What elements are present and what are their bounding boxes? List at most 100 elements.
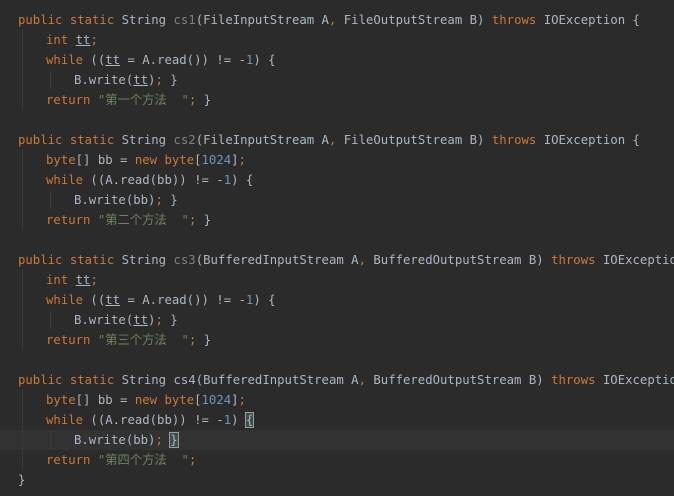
code-token: "第四个方法 " (97, 453, 189, 467)
code-token: new (134, 393, 165, 407)
code-line[interactable]: public static String cs4(BufferedInputSt… (0, 370, 674, 390)
code-line-current[interactable]: B.write(bb); } (0, 430, 674, 450)
code-token: = A.read()) != - (120, 53, 246, 67)
code-token: ; (238, 393, 246, 407)
code-line[interactable]: int tt; (0, 270, 674, 290)
code-token: tt (105, 293, 121, 307)
code-token: throws (491, 13, 544, 27)
code-token: B.write( (74, 313, 134, 327)
indent-guide (22, 70, 23, 90)
indent-guide (50, 70, 51, 90)
code-token: cs3 (173, 253, 196, 267)
code-token: = A.read()) != - (120, 293, 246, 307)
code-token: } (203, 213, 212, 227)
code-token: FileOutputStream B) (343, 133, 492, 147)
code-token: } (203, 93, 212, 107)
code-token: throws (491, 133, 544, 147)
code-line[interactable]: while ((A.read(bb)) != -1) { (0, 170, 674, 190)
code-token: [ (194, 393, 202, 407)
code-token: "第三个方法 " (97, 333, 189, 347)
code-token: public static (18, 253, 122, 267)
code-editor[interactable]: public static String cs1(FileInputStream… (0, 0, 674, 496)
code-line[interactable]: B.write(bb); } (0, 190, 674, 210)
code-token: public static (18, 133, 122, 147)
code-line[interactable]: while ((tt = A.read()) != -1) { (0, 290, 674, 310)
code-line[interactable]: } (0, 470, 674, 490)
code-token: tt (133, 313, 149, 327)
code-line[interactable]: int tt; (0, 30, 674, 50)
code-token: BufferedOutputStream B) (373, 253, 552, 267)
indent-guide (22, 90, 23, 110)
code-token: String (121, 133, 174, 147)
matched-brace: } (169, 432, 179, 448)
code-token: while (46, 173, 91, 187)
code-line[interactable]: return "第四个方法 "; (0, 450, 674, 470)
code-line[interactable]: B.write(tt); } (0, 310, 674, 330)
code-line[interactable]: public static String cs1(FileInputStream… (0, 10, 674, 30)
code-line[interactable]: byte[] bb = new byte[1024]; (0, 390, 674, 410)
indent-guide (22, 150, 23, 170)
code-token: IOException { (602, 253, 674, 267)
code-token: cs1 (173, 13, 196, 27)
code-token: } (203, 333, 212, 347)
indent-guide (22, 190, 23, 210)
code-line[interactable]: public static String cs2(FileInputStream… (0, 130, 674, 150)
code-token: ] (231, 393, 239, 407)
code-token: ) { (253, 53, 276, 67)
indent-guide (22, 270, 23, 290)
code-token: return (46, 453, 98, 467)
code-token: public static (18, 373, 122, 387)
code-token: ] (231, 153, 239, 167)
code-line[interactable]: while ((tt = A.read()) != -1) { (0, 50, 674, 70)
indent-guide (22, 170, 23, 190)
code-line[interactable]: public static String cs3(BufferedInputSt… (0, 250, 674, 270)
indent-guide (22, 310, 23, 330)
indent-guide (22, 210, 23, 230)
code-token: ; (188, 93, 204, 107)
code-token: 1024 (201, 393, 232, 407)
code-token: tt (105, 53, 121, 67)
code-token: IOException { (602, 373, 674, 387)
code-token: ) { (231, 173, 254, 187)
code-line[interactable]: byte[] bb = new byte[1024]; (0, 150, 674, 170)
indent-guide (22, 290, 23, 310)
code-token: tt (133, 73, 149, 87)
code-line[interactable]: return "第三个方法 "; } (0, 330, 674, 350)
code-token: , (358, 373, 374, 387)
code-line[interactable]: B.write(tt); } (0, 70, 674, 90)
code-token: new (134, 153, 165, 167)
code-line[interactable]: return "第一个方法 "; } (0, 90, 674, 110)
code-token: tt (75, 33, 91, 47)
code-token: while (46, 53, 91, 67)
code-token: ; (155, 433, 171, 447)
code-token: String (121, 373, 174, 387)
matched-brace: { (244, 412, 255, 428)
code-token: byte (164, 153, 195, 167)
code-token: cs4 (173, 373, 196, 387)
code-token: FileOutputStream B) (343, 13, 492, 27)
code-token: throws (551, 373, 603, 387)
code-token: return (46, 213, 98, 227)
code-token: int (46, 273, 76, 287)
code-line[interactable] (0, 110, 674, 130)
code-token: [] bb = (75, 153, 135, 167)
code-token: 1024 (201, 153, 232, 167)
code-token: return (46, 93, 98, 107)
code-token: while (46, 413, 91, 427)
code-token: ) (231, 413, 246, 427)
code-line[interactable] (0, 350, 674, 370)
code-token: ; (188, 453, 197, 467)
code-token: } (170, 193, 178, 207)
code-token: } (18, 473, 26, 487)
code-token: B.write(bb) (74, 193, 156, 207)
code-line[interactable]: return "第二个方法 "; } (0, 210, 674, 230)
code-line[interactable] (0, 230, 674, 250)
code-token: ; (90, 33, 98, 47)
code-token: 1 (223, 173, 232, 187)
code-token: "第二个方法 " (97, 213, 189, 227)
code-line[interactable]: while ((A.read(bb)) != -1) { (0, 410, 674, 430)
code-token: [] bb = (75, 393, 135, 407)
indent-guide (50, 430, 51, 450)
code-token: int (46, 33, 76, 47)
indent-guide (50, 310, 51, 330)
